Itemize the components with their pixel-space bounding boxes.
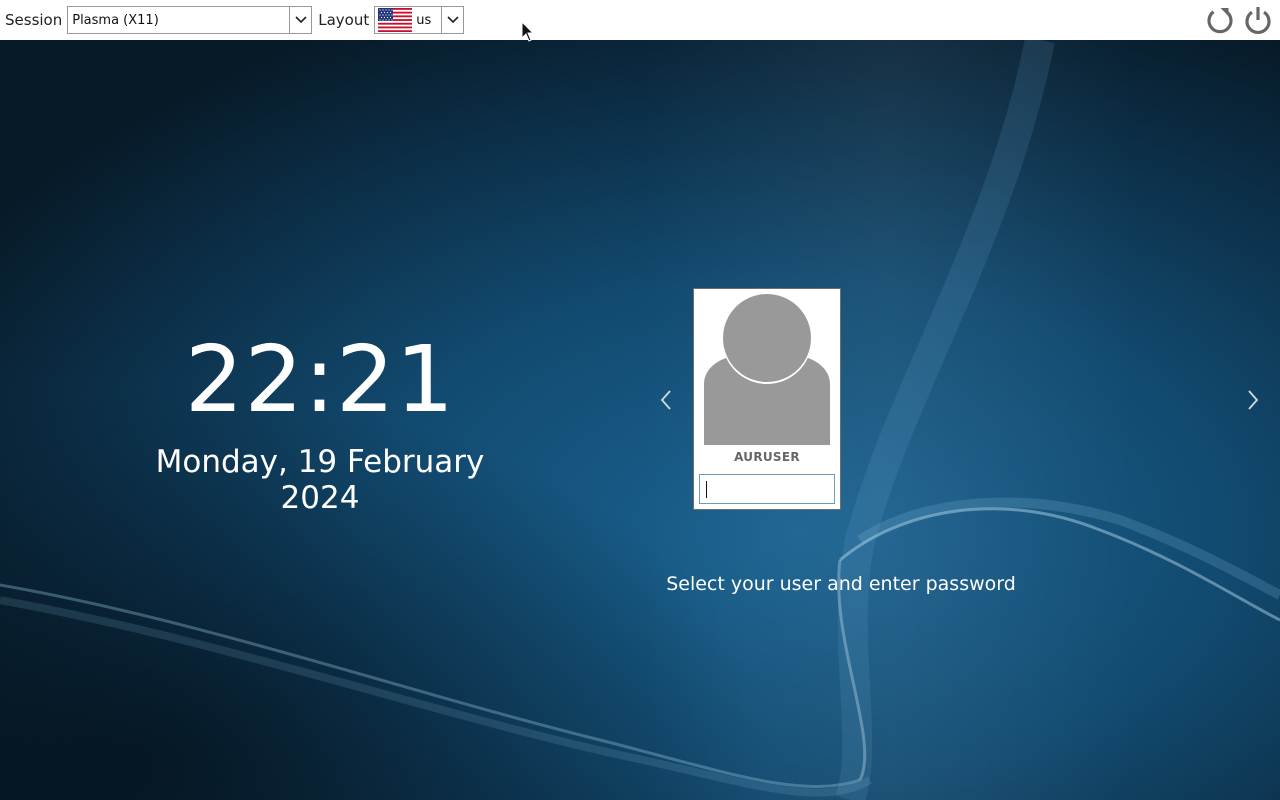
power-icon[interactable] xyxy=(1242,4,1274,36)
chevron-left-icon[interactable] xyxy=(656,388,676,412)
reboot-icon[interactable] xyxy=(1204,4,1236,36)
chevron-right-icon[interactable] xyxy=(1243,388,1263,412)
power-controls xyxy=(1204,4,1274,36)
chevron-down-icon[interactable] xyxy=(289,7,311,33)
text-caret xyxy=(706,481,707,498)
session-label: Session xyxy=(5,11,63,29)
mouse-cursor-icon xyxy=(521,20,535,47)
chevron-down-icon[interactable] xyxy=(441,7,463,33)
layout-value: us xyxy=(416,12,432,28)
user-name: AURUSER xyxy=(734,450,800,464)
password-input[interactable] xyxy=(699,474,835,504)
avatar xyxy=(703,294,831,449)
session-value: Plasma (X11) xyxy=(72,12,159,28)
us-flag-icon xyxy=(378,8,413,32)
clock: 22:21 Monday, 19 February 2024 xyxy=(120,326,520,517)
top-bar: Session Plasma (X11) Layout us xyxy=(0,0,1280,40)
layout-select[interactable]: us xyxy=(374,6,465,34)
login-hint: Select your user and enter password xyxy=(666,573,1016,595)
layout-label: Layout xyxy=(318,11,370,29)
clock-time: 22:21 xyxy=(184,326,456,433)
session-select[interactable]: Plasma (X11) xyxy=(67,6,313,34)
user-card[interactable]: AURUSER xyxy=(693,288,841,510)
clock-date: Monday, 19 February 2024 xyxy=(155,444,485,516)
